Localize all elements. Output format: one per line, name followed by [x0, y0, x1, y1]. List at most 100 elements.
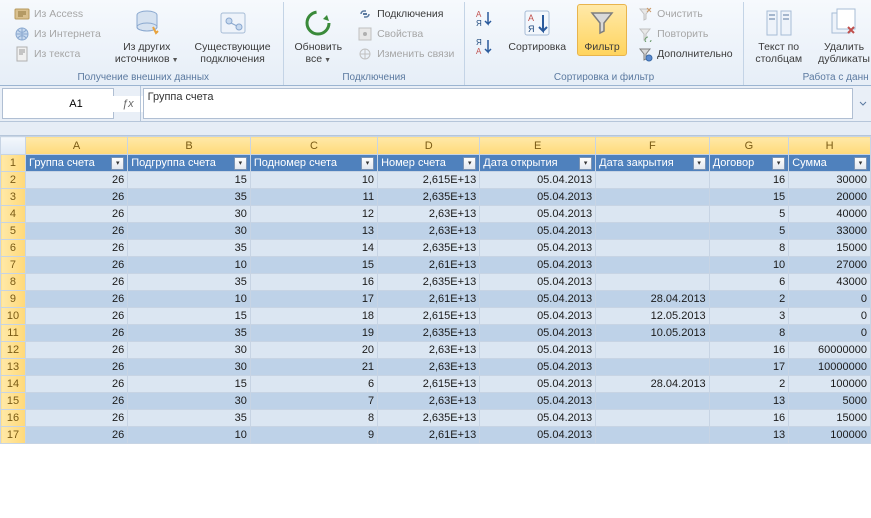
cell[interactable]: 2 [709, 291, 789, 308]
table-header-cell[interactable]: Подномер счета▾ [250, 155, 377, 172]
cell[interactable]: 30 [128, 393, 251, 410]
cell[interactable]: 21 [250, 359, 377, 376]
cell[interactable]: 15 [128, 172, 251, 189]
cell[interactable]: 35 [128, 240, 251, 257]
cell[interactable]: 26 [25, 342, 127, 359]
sort-desc-button[interactable]: ЯА [471, 33, 497, 59]
col-header[interactable]: H [789, 137, 871, 155]
cell[interactable]: 18 [250, 308, 377, 325]
cell[interactable]: 12 [250, 206, 377, 223]
cell[interactable] [596, 223, 710, 240]
cell[interactable] [596, 257, 710, 274]
filter-dropdown-button[interactable]: ▾ [234, 157, 247, 170]
row-header[interactable]: 1 [1, 155, 26, 172]
cell[interactable] [596, 206, 710, 223]
cell[interactable]: 26 [25, 172, 127, 189]
cell[interactable]: 40000 [789, 206, 871, 223]
formula-expand[interactable] [855, 86, 871, 121]
cell[interactable] [596, 274, 710, 291]
cell[interactable]: 2,63E+13 [378, 393, 480, 410]
cell[interactable]: 20000 [789, 189, 871, 206]
cell[interactable]: 16 [709, 172, 789, 189]
cell[interactable]: 60000000 [789, 342, 871, 359]
cell[interactable]: 05.04.2013 [480, 359, 596, 376]
cell[interactable]: 15 [128, 376, 251, 393]
table-header-cell[interactable]: Дата закрытия▾ [596, 155, 710, 172]
cell[interactable]: 26 [25, 325, 127, 342]
cell[interactable]: 20 [250, 342, 377, 359]
cell[interactable]: 5 [709, 206, 789, 223]
row-header[interactable]: 2 [1, 172, 26, 189]
table-header-cell[interactable]: Подгруппа счета▾ [128, 155, 251, 172]
table-header-cell[interactable]: Договор▾ [709, 155, 789, 172]
cell[interactable]: 17 [250, 291, 377, 308]
cell[interactable]: 10 [128, 427, 251, 444]
cell[interactable]: 2,635E+13 [378, 274, 480, 291]
cell[interactable]: 35 [128, 325, 251, 342]
cell[interactable]: 2 [709, 376, 789, 393]
cell[interactable]: 05.04.2013 [480, 342, 596, 359]
row-header[interactable]: 10 [1, 308, 26, 325]
cell[interactable]: 8 [709, 325, 789, 342]
cell[interactable]: 10 [250, 172, 377, 189]
cell[interactable]: 05.04.2013 [480, 257, 596, 274]
cell[interactable]: 05.04.2013 [480, 206, 596, 223]
cell[interactable]: 35 [128, 410, 251, 427]
cell[interactable]: 13 [709, 427, 789, 444]
cell[interactable]: 2,63E+13 [378, 206, 480, 223]
cell[interactable] [596, 410, 710, 427]
cell[interactable]: 35 [128, 274, 251, 291]
cell[interactable]: 15 [250, 257, 377, 274]
table-header-cell[interactable]: Дата открытия▾ [480, 155, 596, 172]
cell[interactable]: 26 [25, 240, 127, 257]
row-header[interactable]: 13 [1, 359, 26, 376]
cell[interactable]: 5 [709, 223, 789, 240]
col-header[interactable]: E [480, 137, 596, 155]
cell[interactable]: 10 [128, 291, 251, 308]
from-web-button[interactable]: Из Интернета [10, 24, 105, 44]
row-header[interactable]: 17 [1, 427, 26, 444]
cell[interactable]: 05.04.2013 [480, 274, 596, 291]
filter-dropdown-button[interactable]: ▾ [579, 157, 592, 170]
cell[interactable]: 5000 [789, 393, 871, 410]
cell[interactable]: 30 [128, 206, 251, 223]
cell[interactable]: 3 [709, 308, 789, 325]
cell[interactable]: 8 [709, 240, 789, 257]
cell[interactable]: 11 [250, 189, 377, 206]
row-header[interactable]: 9 [1, 291, 26, 308]
filter-dropdown-button[interactable]: ▾ [111, 157, 124, 170]
cell[interactable]: 05.04.2013 [480, 223, 596, 240]
sort-asc-button[interactable]: АЯ [471, 5, 497, 31]
cell[interactable]: 43000 [789, 274, 871, 291]
cell[interactable] [596, 393, 710, 410]
cell[interactable]: 2,61E+13 [378, 291, 480, 308]
cell[interactable]: 2,63E+13 [378, 359, 480, 376]
cell[interactable]: 0 [789, 325, 871, 342]
cell[interactable] [596, 342, 710, 359]
remove-duplicates-button[interactable]: Удалить дубликаты [814, 4, 871, 68]
cell[interactable]: 15000 [789, 410, 871, 427]
cell[interactable]: 30 [128, 342, 251, 359]
cell[interactable]: 2,63E+13 [378, 342, 480, 359]
cell[interactable]: 10.05.2013 [596, 325, 710, 342]
cell[interactable]: 05.04.2013 [480, 393, 596, 410]
cell[interactable]: 26 [25, 427, 127, 444]
cell[interactable]: 30 [128, 223, 251, 240]
cell[interactable]: 26 [25, 274, 127, 291]
cell[interactable] [596, 359, 710, 376]
cell[interactable]: 13 [250, 223, 377, 240]
from-other-sources-button[interactable]: Из других источников▼ [111, 4, 183, 68]
select-all-corner[interactable] [1, 137, 26, 155]
cell[interactable]: 27000 [789, 257, 871, 274]
advanced-filter-button[interactable]: Дополнительно [633, 44, 737, 64]
cell[interactable]: 2,615E+13 [378, 376, 480, 393]
cell[interactable]: 05.04.2013 [480, 240, 596, 257]
cell[interactable]: 10 [709, 257, 789, 274]
cell[interactable]: 12.05.2013 [596, 308, 710, 325]
cell[interactable] [596, 240, 710, 257]
name-box[interactable]: ▼ [2, 88, 114, 119]
col-header[interactable]: C [250, 137, 377, 155]
col-header[interactable]: G [709, 137, 789, 155]
cell[interactable]: 7 [250, 393, 377, 410]
existing-connections-button[interactable]: Существующие подключения [189, 4, 277, 68]
